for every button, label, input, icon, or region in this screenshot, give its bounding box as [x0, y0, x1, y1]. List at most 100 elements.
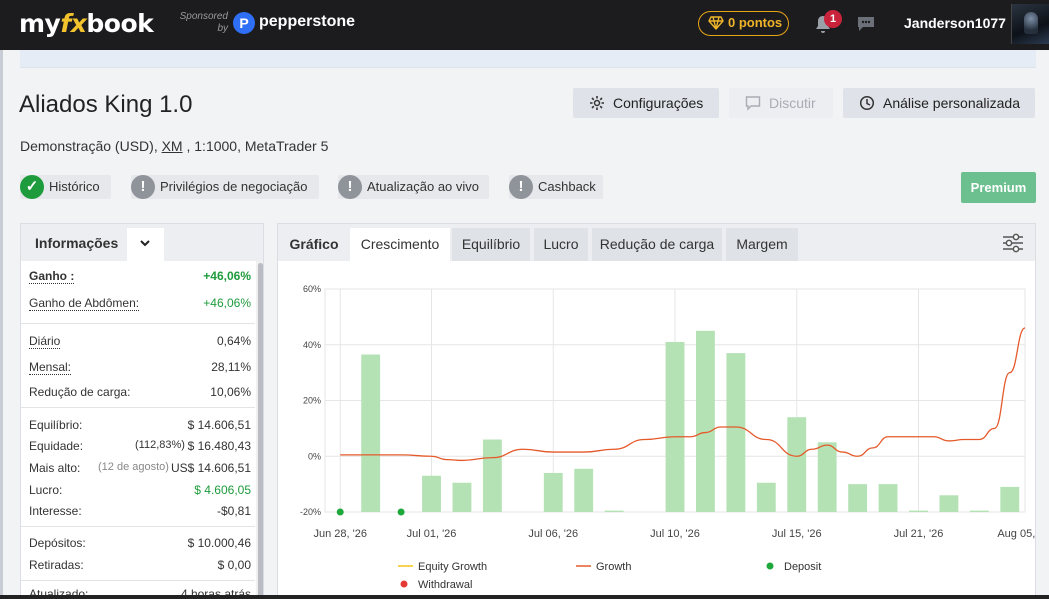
y-tick-label: 60%: [303, 284, 321, 294]
y-tick-label: 20%: [303, 396, 321, 406]
bar: [909, 510, 928, 513]
deposits-label: Depósitos:: [29, 536, 86, 550]
highest-date: (12 de agosto): [98, 461, 169, 473]
x-tick-label: Jul 15, '26: [772, 528, 822, 540]
bar: [696, 330, 715, 512]
bar: [452, 482, 472, 512]
username[interactable]: Janderson1077: [904, 15, 1006, 31]
chat-icon[interactable]: [856, 15, 876, 33]
info-scrollbar-thumb[interactable]: [258, 263, 263, 598]
bar: [817, 442, 837, 512]
bar: [878, 484, 898, 512]
divider: [21, 580, 255, 581]
info-dropdown-toggle[interactable]: [127, 228, 164, 261]
y-tick-label: -20%: [300, 507, 321, 517]
x-tick-label: Jun 28, '26: [313, 528, 366, 540]
broker-link[interactable]: XM: [162, 138, 183, 154]
equity-value: $ 16.480,43: [187, 439, 251, 453]
chart-panel: Gráfico Crescimento Equilíbrio Lucro Red…: [277, 223, 1036, 599]
discuss-button[interactable]: Discutir: [729, 88, 833, 118]
profit-value: $ 4.606,05: [194, 483, 251, 497]
equity-label: Equidade:: [29, 439, 84, 453]
bar: [787, 417, 807, 512]
tab-balance[interactable]: Equilíbrio: [452, 228, 530, 261]
highest-label: Mais alto:: [29, 461, 81, 475]
gain-label[interactable]: Ganho :: [29, 269, 75, 284]
tab-profit[interactable]: Lucro: [534, 228, 588, 261]
tab-graph[interactable]: Gráfico: [278, 228, 350, 261]
bar: [939, 495, 959, 512]
premium-button[interactable]: Premium: [961, 172, 1036, 203]
deposit-point: [336, 508, 344, 516]
info-tab[interactable]: Informações: [21, 224, 127, 261]
deposit-point: [397, 508, 405, 516]
growth-chart: 60% 40% 20% 0% -20% Jun 28, '26 Jul 01, '26 Jul…: [300, 284, 1035, 591]
settings-button-label: Configurações: [613, 95, 704, 111]
bottom-edge: [0, 595, 1049, 599]
balance-label: Equilíbrio:: [29, 418, 83, 432]
bar: [1000, 486, 1020, 512]
bar: [665, 341, 685, 512]
daily-label[interactable]: Diário: [29, 334, 61, 349]
page-title: Aliados King 1.0: [19, 91, 193, 118]
chart-tabs: Gráfico Crescimento Equilíbrio Lucro Red…: [278, 224, 1035, 261]
drawdown-value: 10,06%: [210, 385, 251, 399]
sliders-icon[interactable]: [1002, 233, 1024, 253]
profit-label: Lucro:: [29, 483, 63, 497]
bar: [969, 510, 989, 513]
bar: [482, 439, 502, 512]
bar: [574, 468, 594, 512]
divider: [21, 407, 255, 408]
legend-label: Deposit: [784, 561, 821, 573]
divider: [21, 323, 255, 324]
x-tick-label: Jul 06, '26: [528, 528, 578, 540]
x-tick-label: Jul 01, '26: [407, 528, 457, 540]
exclamation-icon: !: [338, 175, 362, 199]
x-tick-label: Jul 21, '26: [894, 528, 944, 540]
settings-button[interactable]: Configurações: [573, 88, 719, 118]
tab-margin[interactable]: Margem: [726, 228, 798, 261]
page-left-border: [0, 50, 3, 599]
highest-value: US$ 14.606,51: [170, 461, 251, 475]
y-tick-label: 0%: [308, 451, 321, 461]
banner-strip: [20, 50, 1036, 68]
points-label: 0 pontos: [728, 15, 783, 30]
y-tick-label: 40%: [303, 340, 321, 350]
monthly-label[interactable]: Mensal:: [29, 360, 72, 375]
abs-gain-value: +46,06%: [203, 296, 251, 310]
bar: [422, 475, 441, 512]
avatar[interactable]: [1011, 4, 1049, 44]
exclamation-icon: !: [509, 175, 533, 199]
account-subtitle: Demonstração (USD), XM , 1:1000, MetaTra…: [20, 138, 329, 154]
live-update-chip[interactable]: ! Atualização ao vivo: [338, 175, 489, 199]
deposits-value: $ 10.000,46: [187, 536, 251, 550]
points-button[interactable]: 0 pontos: [698, 11, 789, 36]
withdrawals-label: Retiradas:: [29, 558, 84, 572]
info-panel-header: Informações: [21, 224, 263, 261]
myfxbook-logo[interactable]: myfxbook: [19, 9, 154, 38]
tab-growth[interactable]: Crescimento: [350, 228, 450, 261]
bar: [756, 482, 776, 512]
cashback-chip[interactable]: ! Cashback: [509, 175, 603, 199]
monthly-value: 28,11%: [211, 360, 251, 374]
sponsored-text: Sponsored by: [179, 11, 228, 34]
drawdown-label: Redução de carga:: [29, 385, 131, 399]
discuss-button-label: Discutir: [769, 95, 816, 111]
gear-icon: [590, 96, 604, 110]
top-bar: myfxbook Sponsored by P pepperstone 0 pon…: [0, 0, 1049, 50]
history-chip[interactable]: ✓ Histórico: [20, 175, 111, 199]
abs-gain-label[interactable]: Ganho de Abdômen:: [29, 296, 140, 311]
notification-badge: 1: [824, 10, 842, 28]
bar: [361, 354, 381, 512]
trading-privileges-chip[interactable]: ! Privilégios de negociação: [131, 175, 319, 199]
exclamation-icon: !: [131, 175, 155, 199]
chevron-down-icon: [140, 240, 150, 247]
bar: [848, 484, 868, 512]
equity-percent: (112,83%): [135, 439, 185, 451]
sponsor-name[interactable]: pepperstone: [259, 13, 355, 31]
custom-analysis-button[interactable]: Análise personalizada: [843, 88, 1035, 118]
daily-value: 0,64%: [216, 334, 251, 348]
x-tick-label: Jul 10, '26: [650, 528, 700, 540]
tab-drawdown[interactable]: Redução de carga: [592, 228, 722, 261]
pepperstone-icon[interactable]: P: [233, 12, 255, 34]
